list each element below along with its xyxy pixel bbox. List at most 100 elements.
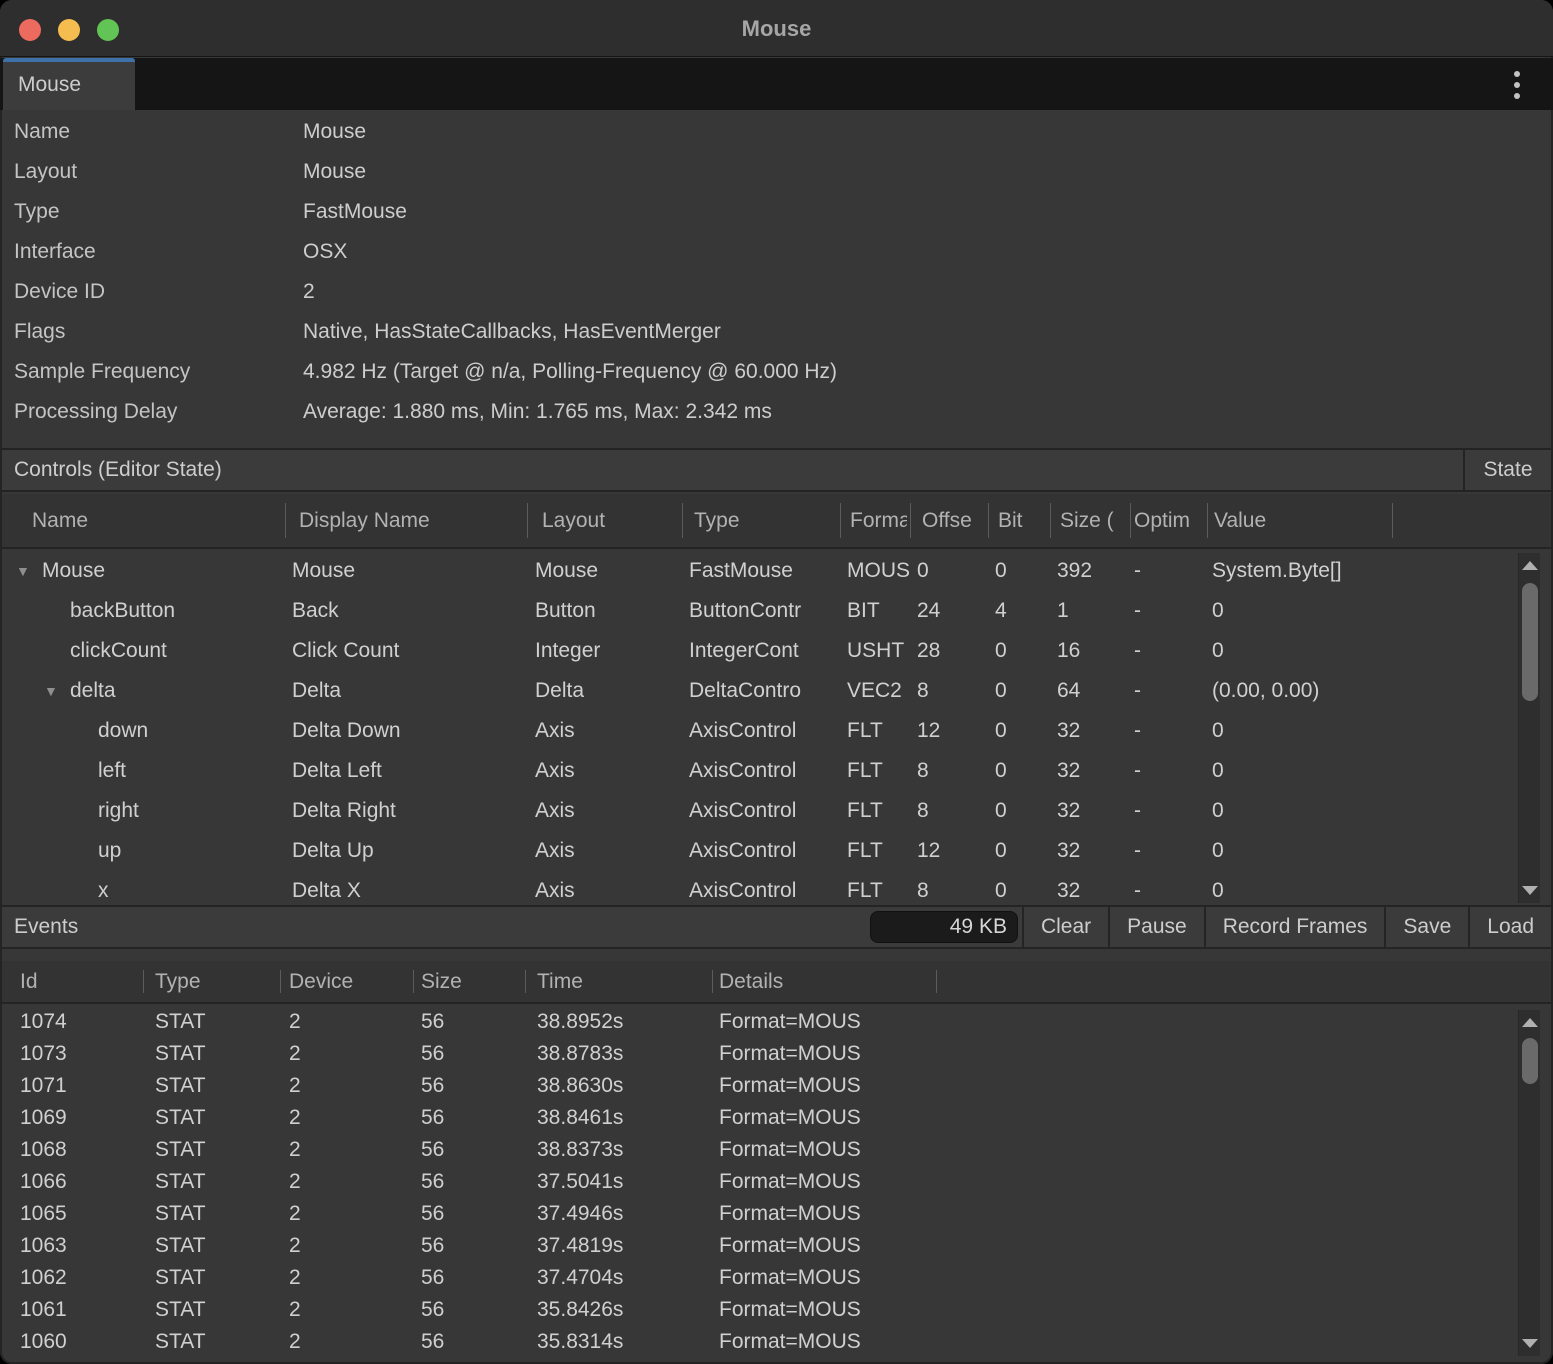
control-name-cell: clickCount (2, 631, 282, 671)
column-header-format[interactable]: Forma (850, 494, 907, 547)
control-row[interactable]: backButton Back Button ButtonContr BIT 2… (2, 591, 1551, 631)
event-row[interactable]: 1060 STAT 2 56 35.8314s Format=MOUS (2, 1326, 1551, 1358)
column-header-name[interactable]: Name (32, 494, 282, 547)
control-row[interactable]: ▼Mouse Mouse Mouse FastMouse MOUS 0 0 39… (2, 551, 1551, 591)
control-bit: 0 (995, 671, 1049, 711)
column-resize-handle[interactable] (525, 970, 526, 993)
column-resize-handle[interactable] (712, 970, 713, 993)
column-header-id[interactable]: Id (20, 961, 135, 1002)
property-label: Device ID (2, 280, 303, 304)
column-resize-handle[interactable] (682, 503, 683, 538)
tab-mouse[interactable]: Mouse (3, 58, 135, 110)
event-type: STAT (155, 1230, 285, 1262)
column-resize-handle[interactable] (988, 503, 989, 538)
column-resize-handle[interactable] (1207, 503, 1208, 538)
event-details: Format=MOUS (719, 1070, 1139, 1102)
event-type: STAT (155, 1006, 285, 1038)
control-row[interactable]: down Delta Down Axis AxisControl FLT 12 … (2, 711, 1551, 751)
control-offset: 12 (917, 711, 987, 751)
event-row[interactable]: 1068 STAT 2 56 38.8373s Format=MOUS (2, 1134, 1551, 1166)
event-row[interactable]: 1062 STAT 2 56 37.4704s Format=MOUS (2, 1262, 1551, 1294)
column-header-layout[interactable]: Layout (542, 494, 677, 547)
column-header-offset[interactable]: Offse (922, 494, 984, 547)
events-scrollbar[interactable] (1518, 1010, 1540, 1356)
tab-bar: Mouse (0, 58, 1553, 110)
column-resize-handle[interactable] (840, 503, 841, 538)
column-header-time[interactable]: Time (537, 961, 705, 1002)
events-action-button[interactable]: Clear (1022, 907, 1108, 947)
control-offset: 8 (917, 751, 987, 791)
column-resize-handle[interactable] (527, 503, 528, 538)
column-resize-handle[interactable] (936, 970, 937, 993)
control-type: IntegerCont (689, 631, 841, 671)
events-action-button[interactable]: Load (1468, 907, 1551, 947)
column-header-details[interactable]: Details (719, 961, 929, 1002)
property-row: Sample Frequency 4.982 Hz (Target @ n/a,… (2, 352, 1551, 392)
column-header-device[interactable]: Device (289, 961, 407, 1002)
column-header-bit[interactable]: Bit (998, 494, 1046, 547)
event-row[interactable]: 1065 STAT 2 56 37.4946s Format=MOUS (2, 1198, 1551, 1230)
event-type: STAT (155, 1166, 285, 1198)
control-row[interactable]: ▼delta Delta Delta DeltaContro VEC2 8 0 … (2, 671, 1551, 711)
event-row[interactable]: 1069 STAT 2 56 38.8461s Format=MOUS (2, 1102, 1551, 1134)
event-size: 56 (421, 1070, 533, 1102)
scrollbar-thumb[interactable] (1522, 583, 1538, 701)
column-header-type[interactable]: Type (155, 961, 273, 1002)
kebab-menu-icon[interactable] (1506, 70, 1528, 100)
column-header-value[interactable]: Value (1214, 494, 1384, 547)
events-action-button[interactable]: Save (1384, 907, 1468, 947)
property-label: Layout (2, 160, 303, 184)
control-row[interactable]: clickCount Click Count Integer IntegerCo… (2, 631, 1551, 671)
event-row[interactable]: 1073 STAT 2 56 38.8783s Format=MOUS (2, 1038, 1551, 1070)
column-header-size[interactable]: Size ( (1060, 494, 1124, 547)
controls-scrollbar[interactable] (1518, 553, 1540, 903)
event-buffer-size-field[interactable]: 49 KB (870, 911, 1018, 943)
tree-expander-icon[interactable]: ▼ (16, 551, 42, 591)
column-resize-handle[interactable] (910, 503, 911, 538)
column-header-display-name[interactable]: Display Name (299, 494, 524, 547)
control-display-name: Delta Left (292, 751, 525, 791)
control-layout: Axis (535, 711, 680, 751)
property-value: Average: 1.880 ms, Min: 1.765 ms, Max: 2… (303, 400, 772, 424)
control-row[interactable]: up Delta Up Axis AxisControl FLT 12 0 32… (2, 831, 1551, 871)
titlebar[interactable]: Mouse (0, 0, 1553, 57)
event-row[interactable]: 1066 STAT 2 56 37.5041s Format=MOUS (2, 1166, 1551, 1198)
events-action-button[interactable]: Pause (1108, 907, 1204, 947)
scroll-down-icon[interactable] (1522, 886, 1538, 895)
control-name: left (98, 751, 126, 791)
column-resize-handle[interactable] (285, 503, 286, 538)
event-details: Format=MOUS (719, 1262, 1139, 1294)
control-type: AxisControl (689, 751, 841, 791)
scroll-down-icon[interactable] (1522, 1339, 1538, 1348)
column-header-type[interactable]: Type (694, 494, 834, 547)
event-type: STAT (155, 1102, 285, 1134)
column-resize-handle[interactable] (413, 970, 414, 993)
column-header-size[interactable]: Size (421, 961, 519, 1002)
column-resize-handle[interactable] (280, 970, 281, 993)
event-type: STAT (155, 1294, 285, 1326)
column-resize-handle[interactable] (1130, 503, 1131, 538)
event-row[interactable]: 1061 STAT 2 56 35.8426s Format=MOUS (2, 1294, 1551, 1326)
control-row[interactable]: right Delta Right Axis AxisControl FLT 8… (2, 791, 1551, 831)
control-value: 0 (1212, 591, 1542, 631)
control-bit: 0 (995, 751, 1049, 791)
control-row[interactable]: left Delta Left Axis AxisControl FLT 8 0… (2, 751, 1551, 791)
state-button[interactable]: State (1463, 450, 1551, 490)
events-section-title: Events (2, 907, 870, 947)
event-row[interactable]: 1063 STAT 2 56 37.4819s Format=MOUS (2, 1230, 1551, 1262)
column-resize-handle[interactable] (1050, 503, 1051, 538)
event-row[interactable]: 1071 STAT 2 56 38.8630s Format=MOUS (2, 1070, 1551, 1102)
event-id: 1069 (20, 1102, 140, 1134)
column-resize-handle[interactable] (143, 970, 144, 993)
event-row[interactable]: 1074 STAT 2 56 38.8952s Format=MOUS (2, 1006, 1551, 1038)
property-row: Type FastMouse (2, 192, 1551, 232)
control-value: 0 (1212, 711, 1542, 751)
column-header-optimized[interactable]: Optim (1134, 494, 1200, 547)
scroll-up-icon[interactable] (1522, 1018, 1538, 1027)
scrollbar-thumb[interactable] (1522, 1038, 1538, 1084)
events-action-button[interactable]: Record Frames (1204, 907, 1385, 947)
column-resize-handle[interactable] (1392, 503, 1393, 538)
tree-expander-icon[interactable]: ▼ (44, 671, 70, 711)
control-row[interactable]: x Delta X Axis AxisControl FLT 8 0 32 - … (2, 871, 1551, 905)
scroll-up-icon[interactable] (1522, 561, 1538, 570)
